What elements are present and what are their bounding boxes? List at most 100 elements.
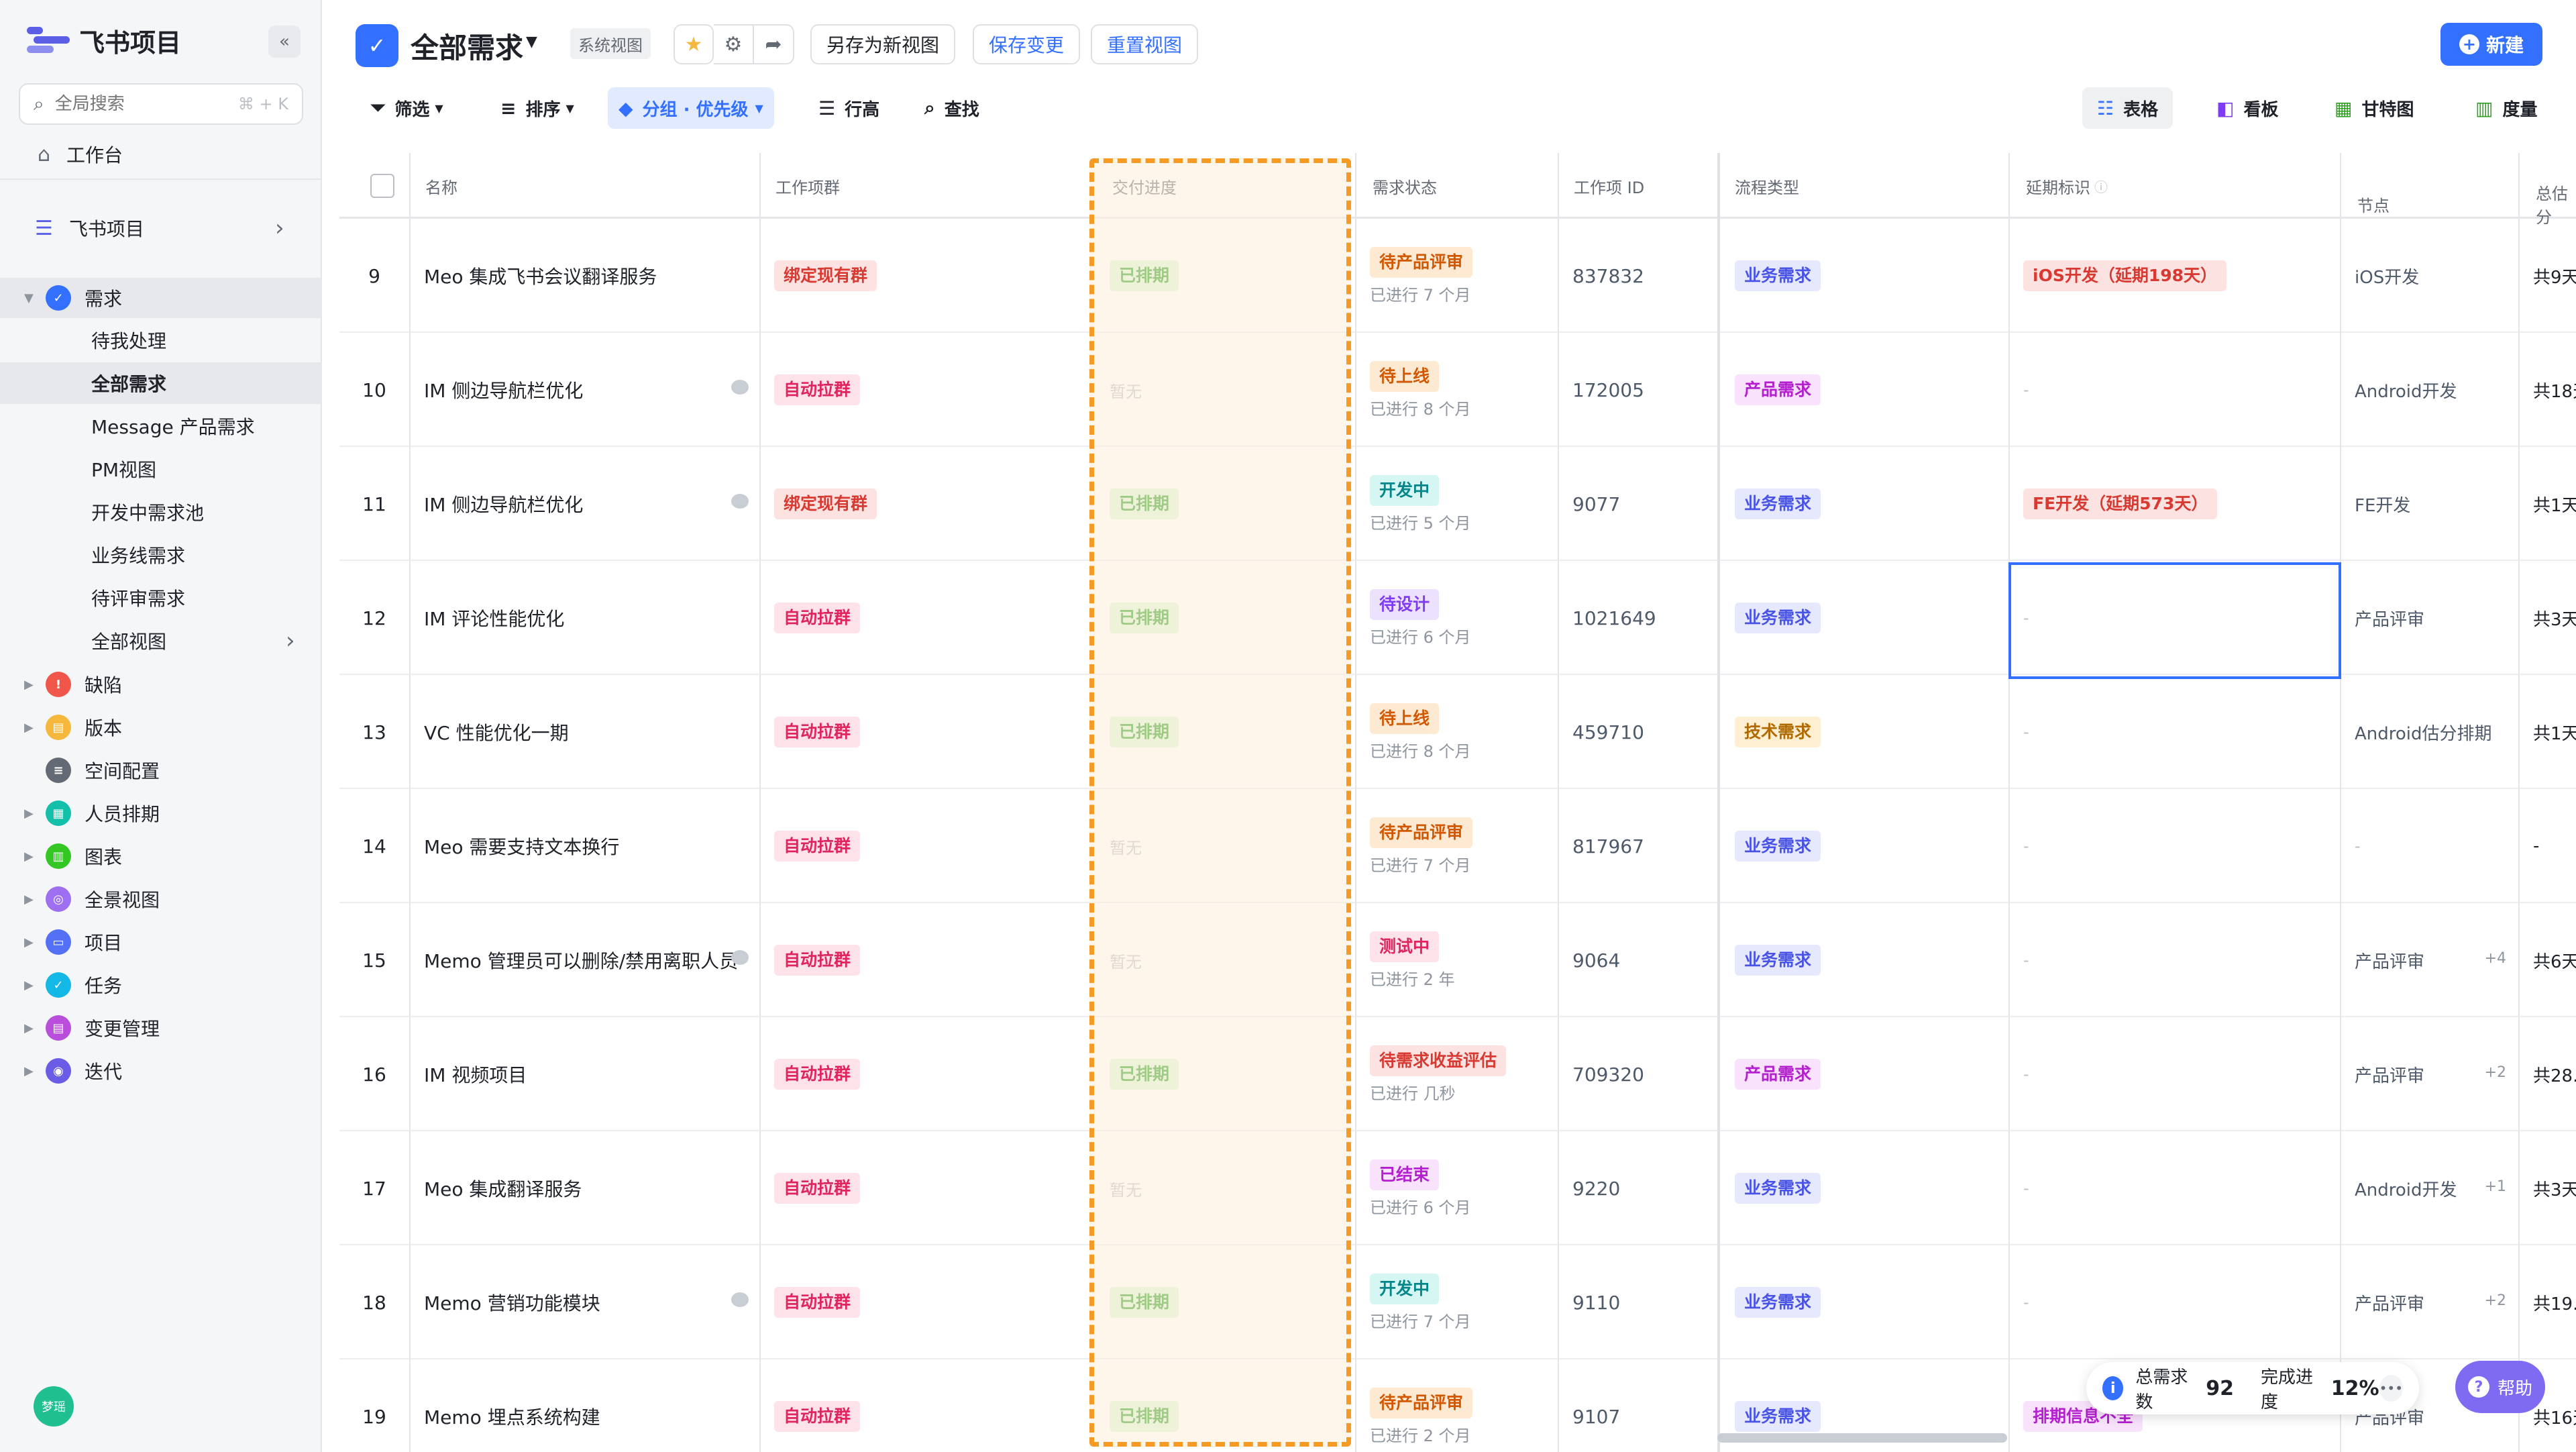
nav-sub-item[interactable]: 待评审需求 xyxy=(0,577,322,619)
name-cell[interactable]: Memo 埋点系统构建 xyxy=(409,1359,759,1452)
flow-cell[interactable]: 业务需求 xyxy=(1720,561,2008,675)
flow-cell[interactable]: 业务需求 xyxy=(1720,219,2008,333)
group-cell[interactable]: 自动拉群 xyxy=(759,789,1095,903)
tab-metrics[interactable]: ▥ 度量 xyxy=(2461,87,2552,129)
id-cell[interactable]: 9077 xyxy=(1558,447,1717,561)
tab-kanban[interactable]: ◧ 看板 xyxy=(2202,87,2293,129)
id-cell[interactable]: 9220 xyxy=(1558,1131,1717,1245)
delay-cell[interactable]: iOS开发（延期198天） xyxy=(2008,219,2340,333)
nav-space[interactable]: ☰ 飞书项目 › xyxy=(0,208,322,248)
score-cell[interactable]: 共19.5天 xyxy=(2518,1245,2576,1359)
score-cell[interactable]: - xyxy=(2518,789,2576,903)
delay-cell[interactable]: - xyxy=(2008,675,2340,789)
id-cell[interactable]: 837832 xyxy=(1558,219,1717,333)
brand[interactable]: 飞书项目 xyxy=(27,21,181,59)
nav-staff-schedule[interactable]: ▶ ▦ 人员排期 xyxy=(0,793,322,833)
id-cell[interactable]: 9110 xyxy=(1558,1245,1717,1359)
table-row[interactable]: 12 IM 评论性能优化 自动拉群 已排期 待设计 已进行 6 个月 10216… xyxy=(339,561,2576,675)
horizontal-scrollbar[interactable] xyxy=(1717,1433,2007,1443)
group-button[interactable]: ◆ 分组 · 优先级 ▼ xyxy=(608,87,774,129)
flow-cell[interactable]: 业务需求 xyxy=(1720,1131,2008,1245)
nav-sub-item[interactable]: 业务线需求 xyxy=(0,534,322,576)
collapse-sidebar-icon[interactable]: « xyxy=(268,25,301,58)
name-cell[interactable]: IM 评论性能优化 xyxy=(409,561,759,675)
col-header-id[interactable]: 工作项 ID xyxy=(1559,153,1644,219)
node-cell[interactable]: Android估分排期 xyxy=(2340,675,2518,789)
col-header-progress[interactable]: 交付进度 xyxy=(1097,153,1177,219)
more-icon[interactable]: ••• xyxy=(2379,1375,2403,1402)
name-cell[interactable]: IM 侧边导航栏优化 xyxy=(409,333,759,447)
name-cell[interactable]: Meo 集成飞书会议翻译服务 xyxy=(409,219,759,333)
nav-panorama[interactable]: ▶ ◎ 全景视图 xyxy=(0,879,322,919)
progress-cell[interactable]: 已排期 xyxy=(1095,447,1355,561)
node-cell[interactable]: 产品评审 +2 xyxy=(2340,1017,2518,1131)
node-cell[interactable]: Android开发 +1 xyxy=(2340,1131,2518,1245)
col-header-group[interactable]: 工作项群 xyxy=(761,153,840,219)
flow-cell[interactable]: 业务需求 xyxy=(1720,447,2008,561)
score-cell[interactable]: 共18天 xyxy=(2518,333,2576,447)
share-icon[interactable]: ➦ xyxy=(754,24,794,64)
new-button[interactable]: + 新建 xyxy=(2440,23,2542,66)
table-row[interactable]: 14 Meo 需要支持文本换行 自动拉群 暂无 待产品评审 已进行 7 个月 8… xyxy=(339,789,2576,903)
progress-cell[interactable]: 暂无 xyxy=(1095,1131,1355,1245)
progress-cell[interactable]: 已排期 xyxy=(1095,675,1355,789)
save-changes-button[interactable]: 保存变更 xyxy=(973,24,1081,64)
node-cell[interactable]: Android开发 xyxy=(2340,333,2518,447)
group-cell[interactable]: 自动拉群 xyxy=(759,1359,1095,1452)
comment-icon[interactable] xyxy=(731,950,749,965)
flow-cell[interactable]: 业务需求 xyxy=(1720,903,2008,1017)
name-cell[interactable]: Meo 集成翻译服务 xyxy=(409,1131,759,1245)
nav-iteration[interactable]: ▶ ◉ 迭代 xyxy=(0,1051,322,1091)
progress-cell[interactable]: 暂无 xyxy=(1095,903,1355,1017)
progress-cell[interactable]: 已排期 xyxy=(1095,561,1355,675)
flow-cell[interactable]: 业务需求 xyxy=(1720,1245,2008,1359)
score-cell[interactable]: 共3天 xyxy=(2518,561,2576,675)
delay-cell[interactable]: FE开发（延期573天） xyxy=(2008,447,2340,561)
group-cell[interactable]: 自动拉群 xyxy=(759,333,1095,447)
status-cell[interactable]: 待产品评审 已进行 7 个月 xyxy=(1355,219,1558,333)
col-header-flow[interactable]: 流程类型 xyxy=(1720,153,1799,219)
select-all-checkbox[interactable] xyxy=(356,153,394,219)
group-cell[interactable]: 绑定现有群 xyxy=(759,219,1095,333)
score-cell[interactable]: 共28.5天 xyxy=(2518,1017,2576,1131)
sort-button[interactable]: ≡ 排序 ▼ xyxy=(490,87,585,129)
nav-space-config[interactable]: ≡ 空间配置 xyxy=(0,750,322,790)
status-cell[interactable]: 开发中 已进行 7 个月 xyxy=(1355,1245,1558,1359)
group-cell[interactable]: 自动拉群 xyxy=(759,561,1095,675)
table-row[interactable]: 18 Memo 营销功能模块 自动拉群 已排期 开发中 已进行 7 个月 911… xyxy=(339,1245,2576,1359)
delay-cell[interactable]: - xyxy=(2008,789,2340,903)
score-cell[interactable]: 共9天 xyxy=(2518,219,2576,333)
progress-cell[interactable]: 已排期 xyxy=(1095,1245,1355,1359)
name-cell[interactable]: Memo 管理员可以删除/禁用离职人员 xyxy=(409,903,759,1017)
nav-sub-item[interactable]: 开发中需求池 xyxy=(0,491,322,533)
id-cell[interactable]: 459710 xyxy=(1558,675,1717,789)
avatar[interactable]: 梦瑶 xyxy=(34,1386,74,1427)
score-cell[interactable]: 共3天 xyxy=(2518,1131,2576,1245)
col-header-delay[interactable]: 延期标识 ⓘ xyxy=(2011,153,2108,219)
status-cell[interactable]: 测试中 已进行 2 年 xyxy=(1355,903,1558,1017)
node-cell[interactable]: 产品评审 xyxy=(2340,561,2518,675)
tab-table[interactable]: ☷ 表格 xyxy=(2082,87,2174,129)
progress-cell[interactable]: 暂无 xyxy=(1095,333,1355,447)
reset-view-button[interactable]: 重置视图 xyxy=(1091,24,1199,64)
comment-icon[interactable] xyxy=(731,1292,749,1307)
help-button[interactable]: ? 帮助 xyxy=(2455,1361,2545,1413)
name-cell[interactable]: Memo 营销功能模块 xyxy=(409,1245,759,1359)
delay-cell[interactable]: - xyxy=(2008,903,2340,1017)
node-cell[interactable]: FE开发 xyxy=(2340,447,2518,561)
tab-gantt[interactable]: ▦ 甘特图 xyxy=(2320,87,2428,129)
flow-cell[interactable]: 业务需求 xyxy=(1720,789,2008,903)
status-cell[interactable]: 待产品评审 已进行 2 个月 xyxy=(1355,1359,1558,1452)
node-cell[interactable]: 产品评审 +2 xyxy=(2340,1245,2518,1359)
flow-cell[interactable]: 产品需求 xyxy=(1720,333,2008,447)
table-row[interactable]: 16 IM 视频项目 自动拉群 已排期 待需求收益评估 已进行 几秒 70932… xyxy=(339,1017,2576,1131)
group-cell[interactable]: 绑定现有群 xyxy=(759,447,1095,561)
nav-sub-item-active[interactable]: 全部需求 xyxy=(0,362,322,404)
caret-down-icon[interactable]: ▼ xyxy=(526,34,537,50)
node-cell[interactable]: 产品评审 +4 xyxy=(2340,903,2518,1017)
nav-charts[interactable]: ▶ ▥ 图表 xyxy=(0,836,322,876)
node-cell[interactable]: iOS开发 xyxy=(2340,219,2518,333)
status-cell[interactable]: 待设计 已进行 6 个月 xyxy=(1355,561,1558,675)
name-cell[interactable]: IM 视频项目 xyxy=(409,1017,759,1131)
nav-task[interactable]: ▶ ✓ 任务 xyxy=(0,965,322,1005)
